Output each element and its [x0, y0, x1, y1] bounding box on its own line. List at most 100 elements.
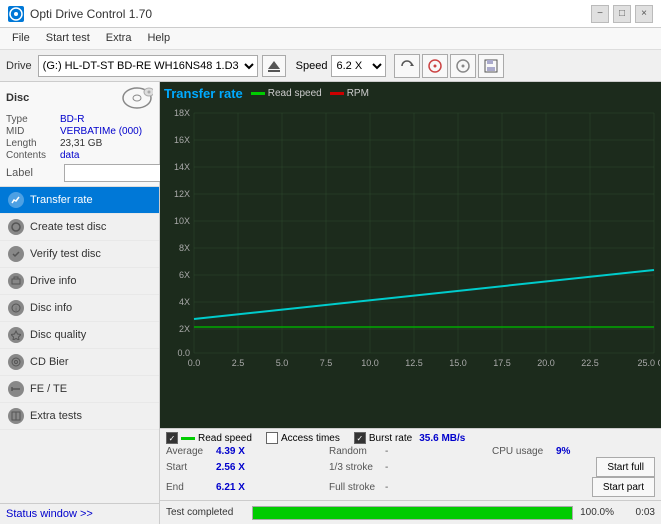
menu-help[interactable]: Help — [139, 30, 178, 47]
eject-button[interactable] — [262, 55, 286, 77]
svg-text:10X: 10X — [174, 216, 190, 226]
close-button[interactable]: × — [635, 5, 653, 23]
svg-text:2.5: 2.5 — [232, 358, 245, 368]
burst-rate-value: 35.6 MB/s — [419, 433, 465, 444]
svg-text:0.0: 0.0 — [177, 348, 190, 358]
svg-text:7.5: 7.5 — [320, 358, 333, 368]
nav-create-test-disc-label: Create test disc — [30, 221, 106, 233]
start-part-btn-row: Start part — [492, 477, 655, 497]
disc-type-value: BD-R — [60, 114, 84, 125]
start-full-button[interactable]: Start full — [596, 457, 655, 477]
svg-text:0.0: 0.0 — [188, 358, 201, 368]
nav-disc-quality[interactable]: Disc quality — [0, 322, 159, 349]
legend-read-speed-label: Read speed — [268, 88, 322, 99]
legend-check-access: Access times — [266, 432, 340, 444]
svg-text:12X: 12X — [174, 189, 190, 199]
nav-section: Transfer rate Create test disc Verify te… — [0, 187, 159, 503]
check-read-speed[interactable]: ✓ — [166, 432, 178, 444]
start-full-btn-row: Start full — [492, 457, 655, 477]
legend-rpm-label: RPM — [347, 88, 369, 99]
app-icon — [8, 6, 24, 22]
legend-rpm: RPM — [330, 88, 369, 99]
svg-text:22.5: 22.5 — [581, 358, 599, 368]
stat-average-label: Average — [166, 446, 212, 457]
extra-tests-icon — [8, 408, 24, 424]
check-access[interactable] — [266, 432, 278, 444]
status-text: Test completed — [166, 507, 246, 518]
svg-text:10.0: 10.0 — [361, 358, 379, 368]
nav-extra-tests[interactable]: Extra tests — [0, 403, 159, 430]
svg-text:18X: 18X — [174, 108, 190, 118]
svg-text:5.0: 5.0 — [276, 358, 289, 368]
toolbar-save-button[interactable] — [478, 54, 504, 78]
right-panel: Transfer rate Read speed RPM — [160, 82, 661, 524]
disc-length-row: Length 23,31 GB — [6, 138, 153, 149]
stat-fullstroke-value: - — [385, 482, 388, 493]
nav-drive-info[interactable]: Drive info — [0, 268, 159, 295]
legend-read-label: Read speed — [198, 433, 252, 444]
disc-contents-row: Contents data — [6, 150, 153, 161]
stat-fullstroke-label: Full stroke — [329, 482, 381, 493]
disc-header-label: Disc — [6, 92, 29, 104]
drive-select[interactable]: (G:) HL-DT-ST BD-RE WH16NS48 1.D3 — [38, 55, 258, 77]
check-burst[interactable]: ✓ — [354, 432, 366, 444]
titlebar-left: Opti Drive Control 1.70 — [8, 6, 152, 22]
legend-burst-label: Burst rate — [369, 433, 412, 444]
disc-quality-icon — [8, 327, 24, 343]
progress-bar-fill — [253, 507, 572, 519]
app-title: Opti Drive Control 1.70 — [30, 7, 152, 21]
svg-text:15.0: 15.0 — [449, 358, 467, 368]
svg-text:8X: 8X — [179, 243, 190, 253]
disc-contents-value: data — [60, 150, 79, 161]
stat-end-value: 6.21 X — [216, 482, 245, 493]
nav-verify-test-disc-label: Verify test disc — [30, 248, 101, 260]
progress-area: Test completed 100.0% 0:03 — [160, 500, 661, 524]
stat-average-value: 4.39 X — [216, 446, 245, 457]
disc-info-icon: i — [8, 300, 24, 316]
stat-cpu-row: CPU usage 9% — [492, 446, 655, 457]
menu-start-test[interactable]: Start test — [38, 30, 98, 47]
nav-verify-test-disc[interactable]: Verify test disc — [0, 241, 159, 268]
chart-title: Transfer rate — [164, 86, 243, 101]
menu-extra[interactable]: Extra — [98, 30, 140, 47]
svg-text:25.0 GB: 25.0 GB — [637, 358, 660, 368]
stat-cpu-value: 9% — [556, 446, 570, 457]
stats-grid: Average 4.39 X Random - CPU usage 9% Sta… — [166, 446, 655, 497]
speed-select[interactable]: 6.2 X — [331, 55, 386, 77]
speed-label: Speed — [296, 60, 328, 72]
svg-text:16X: 16X — [174, 135, 190, 145]
nav-transfer-rate[interactable]: Transfer rate — [0, 187, 159, 214]
disc-length-label: Length — [6, 138, 60, 149]
legend-read-color — [181, 437, 195, 440]
disc-label-row: Label ✎ — [6, 164, 153, 182]
toolbar-refresh-button[interactable] — [394, 54, 420, 78]
menu-file[interactable]: File — [4, 30, 38, 47]
menubar: File Start test Extra Help — [0, 28, 661, 50]
legend-rpm-color — [330, 92, 344, 95]
nav-create-test-disc[interactable]: Create test disc — [0, 214, 159, 241]
status-window-button[interactable]: Status window >> — [6, 508, 93, 520]
nav-fe-te[interactable]: FE / TE — [0, 376, 159, 403]
drive-label: Drive — [6, 60, 32, 72]
stat-13stroke-value: - — [385, 462, 388, 473]
minimize-button[interactable]: − — [591, 5, 609, 23]
legend-read-speed: Read speed — [251, 88, 322, 99]
nav-drive-info-label: Drive info — [30, 275, 76, 287]
titlebar: Opti Drive Control 1.70 − □ × — [0, 0, 661, 28]
toolbar-disc-button[interactable] — [422, 54, 448, 78]
create-test-disc-icon — [8, 219, 24, 235]
nav-disc-info-label: Disc info — [30, 302, 72, 314]
disc-mid-label: MID — [6, 126, 60, 137]
svg-text:4X: 4X — [179, 297, 190, 307]
svg-text:2X: 2X — [179, 324, 190, 334]
start-part-button[interactable]: Start part — [592, 477, 655, 497]
nav-disc-info[interactable]: i Disc info — [0, 295, 159, 322]
disc-info-box: Disc Type BD-R MID VERBATIMe (000) — [0, 82, 159, 187]
nav-cd-bier[interactable]: CD Bier — [0, 349, 159, 376]
nav-disc-quality-label: Disc quality — [30, 329, 86, 341]
maximize-button[interactable]: □ — [613, 5, 631, 23]
toolbar-blank-button[interactable] — [450, 54, 476, 78]
disc-header: Disc — [6, 86, 153, 110]
legend-check-read-speed: ✓ Read speed — [166, 432, 252, 444]
stat-cpu-label: CPU usage — [492, 446, 552, 457]
